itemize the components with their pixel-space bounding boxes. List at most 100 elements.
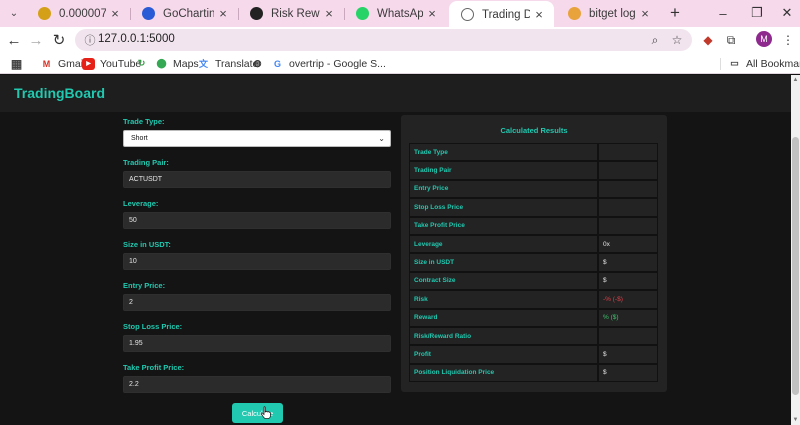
tab-risk-reward[interactable]: Risk Reward Calcul × <box>238 0 344 27</box>
back-icon[interactable]: ← <box>4 30 24 50</box>
bookmark-globe[interactable]: ◍ <box>251 56 269 71</box>
stop-loss-label: Stop Loss Price: <box>123 322 183 331</box>
sync-icon: ↻ <box>137 58 146 68</box>
result-value <box>598 179 658 199</box>
result-label: Profit <box>409 345 598 364</box>
site-info-icon[interactable]: ⓘ <box>83 33 97 47</box>
translate-icon: 文 <box>198 59 208 69</box>
result-row: Risk/Reward Ratio <box>409 327 658 346</box>
tab-gocharting[interactable]: GoCharting - World × <box>130 0 238 27</box>
entry-price-label: Entry Price: <box>123 281 166 290</box>
extensions-puzzle-icon[interactable]: ⧉ <box>722 31 740 49</box>
take-profit-input[interactable]: 2.2 <box>123 376 391 393</box>
close-tab-icon[interactable]: × <box>106 6 124 21</box>
result-row: Position Liquidation Price $ <box>409 363 658 383</box>
tab-whatsapp[interactable]: WhatsApp × <box>344 0 447 27</box>
profile-avatar[interactable]: M <box>756 31 772 47</box>
gmail-icon: M <box>42 58 51 69</box>
result-value <box>598 216 658 235</box>
brand-title[interactable]: TradingBoard <box>14 85 105 101</box>
apps-grid-icon[interactable]: ▦ <box>10 56 28 71</box>
result-row: Stop Loss Price <box>409 198 658 217</box>
result-row: Trading Pair <box>409 161 658 180</box>
page-scrollbar[interactable]: ▲ ▼ <box>791 75 800 425</box>
result-row: Profit $ <box>409 345 658 364</box>
risk-reward-favicon-icon <box>250 7 263 20</box>
bookmark-youtube[interactable]: ▶ YouTube <box>82 56 141 71</box>
browser-toolbar: ← → ↻ ⓘ 127.0.0.1:5000 ⌕ ☆ ◆ ⧉ M ⋮ <box>0 27 800 53</box>
bookmark-maps[interactable]: ⬤ Maps <box>155 56 198 71</box>
close-tab-icon[interactable]: × <box>636 6 654 21</box>
result-row: Reward% ($) <box>409 308 658 327</box>
youtube-icon: ▶ <box>82 57 95 70</box>
minimize-icon[interactable]: – <box>713 3 733 23</box>
result-value <box>598 161 658 180</box>
result-value <box>598 143 658 162</box>
result-value <box>598 327 658 346</box>
result-label: Leverage <box>409 235 598 254</box>
trading-pair-label: Trading Pair: <box>123 158 169 167</box>
scroll-thumb[interactable] <box>792 137 799 395</box>
close-tab-icon[interactable]: × <box>423 6 441 21</box>
extension-fox-icon[interactable]: ◆ <box>699 31 717 49</box>
tab-bitget[interactable]: bitget login site:w × <box>556 0 660 27</box>
result-value: $ <box>598 345 658 364</box>
result-value: $ <box>598 363 658 383</box>
globe-icon: ◍ <box>253 58 262 68</box>
result-value <box>598 198 658 217</box>
tab-trading-dashboard[interactable]: Trading Dashboard × <box>449 1 554 28</box>
close-window-icon[interactable]: ✕ <box>777 3 797 23</box>
close-tab-icon[interactable]: × <box>530 7 548 22</box>
close-tab-icon[interactable]: × <box>320 6 338 21</box>
leverage-label: Leverage: <box>123 199 159 208</box>
result-label: Trade Type <box>409 143 598 162</box>
entry-price-input[interactable]: 2 <box>123 294 391 311</box>
calculate-button[interactable]: Calculate <box>232 403 283 423</box>
trading-pair-input[interactable]: ACTUSDT <box>123 171 391 188</box>
result-label: Risk/Reward Ratio <box>409 327 598 346</box>
bookmark-overtrip[interactable]: G overtrip - Google S... <box>271 56 386 71</box>
globe-icon <box>461 8 474 21</box>
result-label: Stop Loss Price <box>409 198 598 217</box>
result-row: Trade Type <box>409 143 658 162</box>
address-bar[interactable]: ⓘ 127.0.0.1:5000 ⌕ ☆ <box>75 29 692 51</box>
result-row: Risk -% (-$) <box>409 290 658 309</box>
size-input[interactable]: 10 <box>123 253 391 270</box>
all-bookmarks[interactable]: ▭ All Bookmarks <box>728 56 800 71</box>
scroll-down-icon[interactable]: ▼ <box>791 417 800 423</box>
bookmark-gmail[interactable]: M Gmail <box>40 56 86 71</box>
menu-kebab-icon[interactable]: ⋮ <box>779 31 797 49</box>
bookmark-sync[interactable]: ↻ <box>135 56 153 71</box>
chevron-down-icon: ⌄ <box>378 134 385 143</box>
results-title: Calculated Results <box>500 126 568 135</box>
bookmark-translate[interactable]: 文 Translate <box>197 56 258 71</box>
result-label: Reward <box>409 308 598 327</box>
whatsapp-favicon-icon <box>356 7 369 20</box>
url-text: 127.0.0.1:5000 <box>98 33 175 45</box>
leverage-input[interactable]: 50 <box>123 212 391 229</box>
size-label: Size in USDT: <box>123 240 171 249</box>
trade-type-label: Trade Type: <box>123 117 165 126</box>
take-profit-label: Take Profit Price: <box>123 363 185 372</box>
trade-type-select[interactable]: Short ⌄ <box>123 130 391 147</box>
scroll-up-icon[interactable]: ▲ <box>791 77 800 83</box>
bookmark-star-icon[interactable]: ☆ <box>669 32 685 48</box>
tab-pepe[interactable]: 0.00000729 | PEPE × <box>26 0 130 27</box>
pepe-favicon-icon <box>38 7 51 20</box>
gocharting-favicon-icon <box>142 7 155 20</box>
stop-loss-input[interactable]: 1.95 <box>123 335 391 352</box>
new-tab-icon[interactable]: + <box>665 3 685 23</box>
folder-icon: ▭ <box>730 58 739 68</box>
result-label: Take Profit Price <box>409 216 598 235</box>
zoom-icon[interactable]: ⌕ <box>647 32 663 48</box>
result-label: Position Liquidation Price <box>409 363 598 383</box>
result-row: Take Profit Price <box>409 216 658 235</box>
forward-icon[interactable]: → <box>26 30 46 50</box>
tab-search-icon[interactable]: ⌄ <box>6 5 22 21</box>
tab-strip: ⌄ 0.00000729 | PEPE × GoCharting - World… <box>0 0 800 28</box>
maps-pin-icon: ⬤ <box>156 58 167 68</box>
restore-icon[interactable]: ❐ <box>747 3 767 23</box>
google-favicon-icon <box>568 7 581 20</box>
reload-icon[interactable]: ↻ <box>49 30 69 50</box>
close-tab-icon[interactable]: × <box>214 6 232 21</box>
